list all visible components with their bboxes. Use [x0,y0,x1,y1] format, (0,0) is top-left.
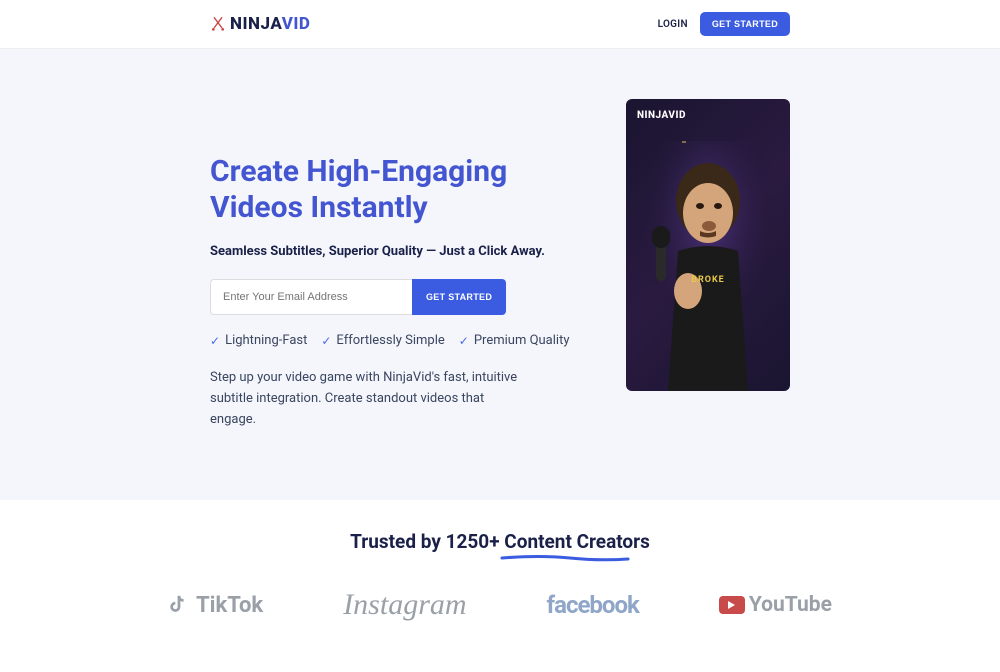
feature-label: Premium Quality [474,333,570,348]
instagram-logo: Instagram [343,588,466,622]
trusted-title-highlight: Content Creators [504,530,650,553]
brand-logo[interactable]: NINJAVID [210,14,310,34]
hero-content: Create High-Engaging Videos Instantly Se… [210,99,576,430]
tiktok-icon [168,593,190,617]
trusted-title-prefix: Trusted by 1250+ [350,530,504,553]
hero-subtitle: Seamless Subtitles, Superior Quality — J… [210,244,576,259]
feature-item: ✓ Lightning-Fast [210,333,307,348]
feature-list: ✓ Lightning-Fast ✓ Effortlessly Simple ✓ Pr… [210,333,576,348]
logo-text-ninja: NINJA [230,14,282,34]
hero-media: NINJAVID BROKE [626,99,790,430]
feature-label: Lightning-Fast [225,333,307,348]
tiktok-label: TikTok [196,593,263,618]
youtube-label: YouTube [749,593,832,617]
feature-item: ✓ Premium Quality [459,333,570,348]
hero-section: Create High-Engaging Videos Instantly Se… [0,49,1000,500]
swords-icon [210,16,226,32]
video-preview[interactable]: NINJAVID BROKE [626,99,790,391]
login-link[interactable]: LOGIN [658,19,688,30]
feature-label: Effortlessly Simple [336,333,444,348]
trusted-title: Trusted by 1250+ Content Creators [350,530,650,553]
youtube-logo: YouTube [719,593,832,617]
check-icon: ✓ [459,334,469,348]
header: NINJAVID LOGIN GET STARTED [0,0,1000,49]
logo-text-vid: VID [282,14,311,34]
get-started-button[interactable]: GET STARTED [700,12,790,36]
email-form: GET STARTED [210,279,576,315]
check-icon: ✓ [321,334,331,348]
video-caption: BROKE [691,273,725,287]
trusted-section: Trusted by 1250+ Content Creators TikTok… [0,500,1000,672]
facebook-logo: facebook [547,591,639,619]
feature-item: ✓ Effortlessly Simple [321,333,444,348]
social-logos: TikTok Instagram facebook YouTube [0,588,1000,622]
check-icon: ✓ [210,334,220,348]
hero-title: Create High-Engaging Videos Instantly [210,154,576,226]
person-illustration [638,141,778,391]
video-logo-overlay: NINJAVID [637,110,686,121]
youtube-icon [719,596,745,614]
header-nav: LOGIN GET STARTED [658,12,790,36]
email-input[interactable] [210,279,412,315]
tiktok-logo: TikTok [168,593,263,618]
hero-description: Step up your video game with NinjaVid's … [210,368,520,430]
email-submit-button[interactable]: GET STARTED [412,279,506,315]
